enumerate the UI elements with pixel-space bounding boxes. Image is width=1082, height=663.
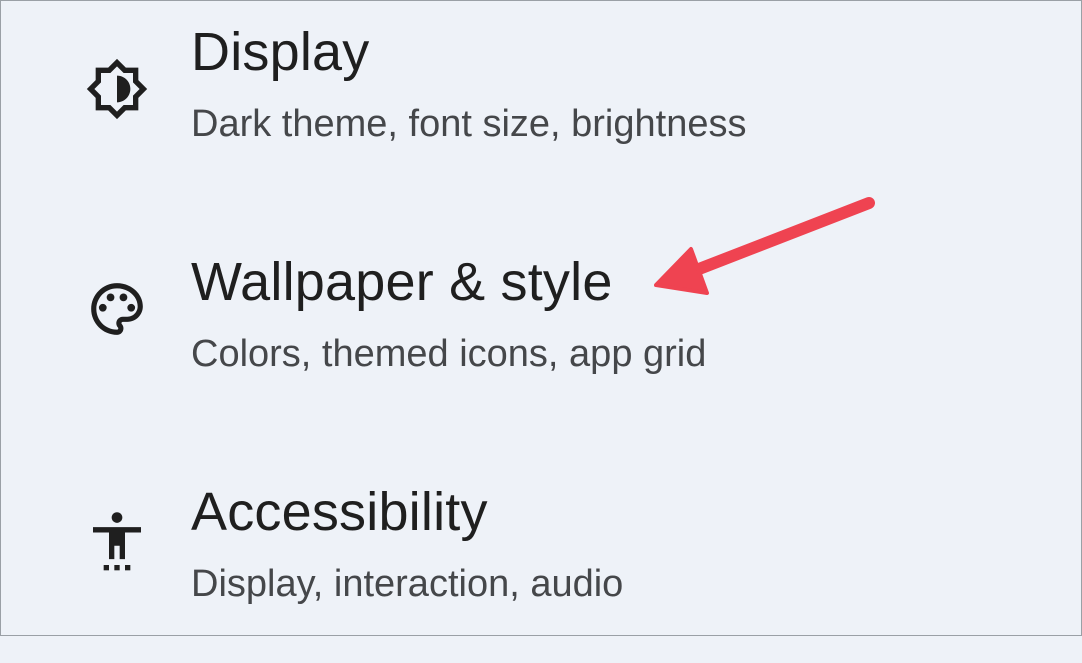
settings-item-title: Accessibility xyxy=(191,482,488,542)
palette-icon xyxy=(85,277,149,341)
settings-item-subtitle: Dark theme, font size, brightness xyxy=(191,103,747,145)
accessibility-icon xyxy=(85,509,149,573)
brightness-icon xyxy=(85,57,149,121)
settings-item-title: Display xyxy=(191,22,370,82)
settings-item-accessibility[interactable]: Accessibility Display, interaction, audi… xyxy=(1,463,1081,663)
settings-screen: Display Dark theme, font size, brightnes… xyxy=(0,0,1082,636)
settings-item-subtitle: Display, interaction, audio xyxy=(191,563,624,605)
settings-item-display[interactable]: Display Dark theme, font size, brightnes… xyxy=(1,1,1081,201)
settings-item-title: Wallpaper & style xyxy=(191,252,613,312)
settings-item-wallpaper[interactable]: Wallpaper & style Colors, themed icons, … xyxy=(1,231,1081,431)
settings-item-subtitle: Colors, themed icons, app grid xyxy=(191,333,707,375)
